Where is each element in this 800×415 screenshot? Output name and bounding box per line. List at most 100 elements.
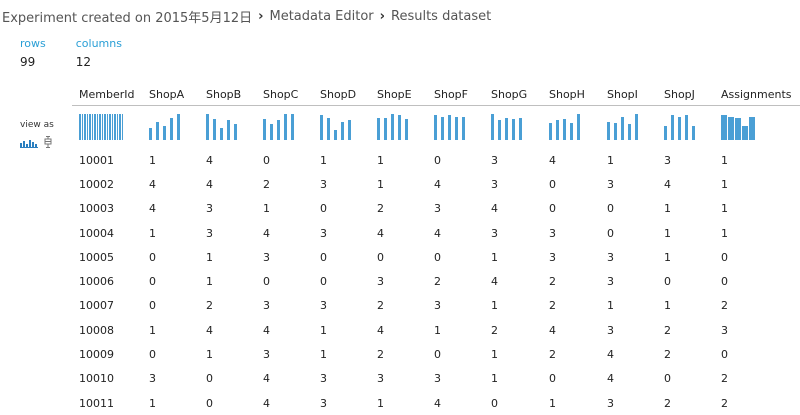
column-histogram[interactable]	[657, 106, 714, 149]
column-header[interactable]: ShopE	[370, 84, 427, 106]
table-row[interactable]: 10002 4 4 2 3 1 4 3 0 3 4 1	[72, 172, 800, 196]
column-header[interactable]: ShopC	[256, 84, 313, 106]
breadcrumb-experiment[interactable]: Experiment created on 2015年5月12日	[2, 7, 252, 26]
column-histogram[interactable]	[484, 106, 542, 149]
column-histogram[interactable]	[427, 106, 484, 149]
histogram-bar	[377, 118, 380, 140]
table-cell: 1	[377, 153, 384, 167]
table-cell: 3	[377, 372, 384, 386]
table-cell: 1	[434, 323, 441, 337]
histogram-bar	[96, 114, 98, 140]
column-header[interactable]: ShopF	[427, 84, 484, 106]
histogram-bar	[577, 114, 580, 140]
histogram-bar	[742, 126, 748, 140]
column-header[interactable]: MemberId	[72, 84, 142, 106]
histogram-bar	[384, 118, 387, 140]
table-cell: 0	[491, 396, 498, 410]
table-cell: 10009	[79, 348, 114, 362]
table-cell: 0	[149, 250, 156, 264]
table-cell: 1	[206, 348, 213, 362]
table-cell: 4	[149, 202, 156, 216]
table-row[interactable]: 10010 3 0 4 3 3 3 1 0 4 0 2	[72, 367, 800, 391]
table-cell: 10011	[79, 396, 114, 410]
column-header[interactable]: ShopJ	[657, 84, 714, 106]
column-histogram[interactable]	[714, 106, 800, 149]
breadcrumb-separator-icon: ›	[258, 8, 264, 24]
histogram-bar	[114, 114, 116, 140]
column-histogram[interactable]	[370, 106, 427, 149]
histogram-bar	[79, 114, 81, 140]
histogram-bar	[563, 119, 566, 140]
table-cell: 4	[491, 202, 498, 216]
table-cell: 1	[320, 153, 327, 167]
histogram-bar	[213, 119, 216, 140]
column-histogram[interactable]	[256, 106, 313, 149]
column-header[interactable]: ShopG	[484, 84, 542, 106]
column-histogram[interactable]	[313, 106, 370, 149]
table-row[interactable]: 10007 0 2 3 3 2 3 1 2 1 1 2	[72, 294, 800, 318]
breadcrumb-module[interactable]: Metadata Editor	[269, 9, 373, 24]
column-header[interactable]: ShopH	[542, 84, 600, 106]
histogram-chart	[664, 114, 714, 140]
table-cell: 2	[721, 299, 728, 313]
column-histogram[interactable]	[72, 106, 142, 149]
histogram-bar	[227, 120, 230, 140]
table-row[interactable]: 10003 4 3 1 0 2 3 4 0 0 1 1	[72, 197, 800, 221]
histogram-bar	[177, 114, 180, 140]
table-row[interactable]: 10001 1 4 0 1 1 0 3 4 1 3 1	[72, 148, 800, 172]
histogram-bar	[614, 123, 617, 140]
histogram-bar	[284, 114, 287, 140]
rows-label[interactable]: rows	[20, 37, 46, 50]
column-histogram[interactable]	[199, 106, 256, 149]
column-header[interactable]: Assignments	[714, 84, 800, 106]
histogram-bar	[263, 119, 266, 140]
table-row[interactable]: 10005 0 1 3 0 0 0 1 3 3 1 0	[72, 245, 800, 269]
table-row[interactable]: 10009 0 1 3 1 2 0 1 2 4 2 0	[72, 342, 800, 366]
table-cell: 3	[607, 177, 614, 191]
histogram-bar	[341, 122, 344, 140]
table-cell: 0	[607, 202, 614, 216]
histogram-bar	[519, 118, 522, 140]
histogram-bar	[685, 115, 688, 140]
table-row[interactable]: 10008 1 4 4 1 4 1 2 4 3 2 3	[72, 318, 800, 342]
dataset-stats: rows 99 columns 12	[20, 37, 152, 69]
column-header[interactable]: ShopI	[600, 84, 657, 106]
histogram-icon[interactable]	[20, 133, 38, 152]
histogram-bar	[678, 117, 681, 140]
table-cell: 1	[491, 348, 498, 362]
table-cell: 3	[434, 372, 441, 386]
table-cell: 4	[377, 226, 384, 240]
table-cell: 3	[263, 299, 270, 313]
table-cell: 10008	[79, 323, 114, 337]
table-cell: 10007	[79, 299, 114, 313]
column-histogram[interactable]	[600, 106, 657, 149]
histogram-bar	[84, 114, 86, 140]
histogram-bar	[505, 118, 508, 140]
table-cell: 1	[721, 202, 728, 216]
table-cell: 2	[549, 275, 556, 289]
table-row[interactable]: 10011 1 0 4 3 1 4 0 1 3 2 2	[72, 391, 800, 415]
column-header[interactable]: ShopB	[199, 84, 256, 106]
rows-stat: rows 99	[20, 37, 46, 69]
table-cell: 2	[721, 372, 728, 386]
histogram-chart	[79, 114, 142, 140]
column-histogram[interactable]	[142, 106, 199, 149]
table-cell: 3	[206, 226, 213, 240]
table-cell: 1	[491, 299, 498, 313]
boxplot-icon[interactable]	[44, 133, 52, 152]
table-cell: 0	[721, 250, 728, 264]
column-header[interactable]: ShopD	[313, 84, 370, 106]
table-cell: 4	[206, 153, 213, 167]
table-cell: 3	[263, 250, 270, 264]
histogram-chart	[377, 114, 427, 140]
view-as-panel: view as	[20, 120, 60, 152]
table-row[interactable]: 10006 0 1 0 0 3 2 4 2 3 0 0	[72, 269, 800, 293]
histogram-bar	[119, 114, 121, 140]
column-header[interactable]: ShopA	[142, 84, 199, 106]
table-cell: 4	[263, 226, 270, 240]
table-cell: 3	[320, 372, 327, 386]
column-histogram[interactable]	[542, 106, 600, 149]
table-cell: 0	[549, 177, 556, 191]
table-row[interactable]: 10004 1 3 4 3 4 4 3 3 0 1 1	[72, 221, 800, 245]
columns-label[interactable]: columns	[76, 37, 122, 50]
